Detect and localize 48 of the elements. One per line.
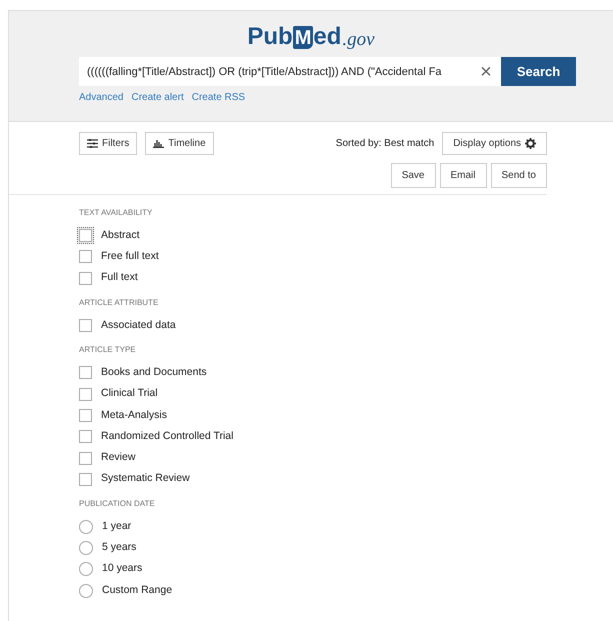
radio-button[interactable] <box>79 562 93 576</box>
gear-icon <box>525 138 536 149</box>
checkbox[interactable] <box>79 430 92 444</box>
checkbox[interactable] <box>79 366 92 380</box>
filter-option-label[interactable]: Review <box>101 450 136 466</box>
action-button[interactable]: Send to <box>490 163 547 188</box>
filters-button[interactable]: Filters <box>79 132 138 155</box>
checkbox[interactable] <box>79 272 92 285</box>
sliders-icon <box>87 139 98 148</box>
checkbox[interactable] <box>79 319 92 332</box>
filter-group-title: PUBLICATION DATE <box>79 498 156 510</box>
pubmed-logo[interactable]: PubMed.gov <box>9 25 613 49</box>
filter-group-title: ARTICLE TYPE <box>79 344 137 356</box>
filter-option-label[interactable]: Custom Range <box>102 582 172 598</box>
checkbox[interactable] <box>79 452 92 465</box>
bar-chart-icon <box>153 139 164 148</box>
timeline-button[interactable]: Timeline <box>145 132 214 155</box>
clear-button[interactable]: × <box>471 57 501 86</box>
filter-group-title: ARTICLE ATTRIBUTE <box>79 296 160 309</box>
filter-option-label[interactable]: Free full text <box>101 249 159 265</box>
filter-group-title: TEXT AVAILABILITY <box>79 207 154 219</box>
filter-option-label[interactable]: Systematic Review <box>101 471 190 488</box>
search-link[interactable]: Create RSS <box>192 90 246 105</box>
filter-option-label[interactable]: 1 year <box>102 518 132 534</box>
radio-button[interactable] <box>79 584 93 598</box>
search-button[interactable]: Search <box>501 57 576 86</box>
filter-option-label[interactable]: Associated data <box>101 318 176 334</box>
search-field[interactable]: ((((((falling*[Title/Abstract]) OR (trip*[Title/Abstract])) AND ("Accidental Fa <box>79 57 471 86</box>
radio-button[interactable] <box>79 520 93 534</box>
filter-option-label[interactable]: Randomized Controlled Trial <box>101 428 234 445</box>
checkbox[interactable] <box>79 388 92 401</box>
action-button[interactable]: Save <box>390 163 436 188</box>
filter-option-label[interactable]: 10 years <box>102 561 142 578</box>
checkbox[interactable] <box>79 472 92 486</box>
checkbox[interactable] <box>79 408 92 422</box>
filter-option-label[interactable]: 5 years <box>102 540 136 556</box>
display-options-button[interactable]: Display options <box>442 132 547 155</box>
search-link[interactable]: Advanced <box>79 90 124 105</box>
action-button[interactable]: Email <box>440 163 487 188</box>
filter-option-label[interactable]: Books and Documents <box>101 364 207 381</box>
filter-option-label[interactable]: Meta-Analysis <box>101 408 167 424</box>
filter-option-label[interactable]: Clinical Trial <box>101 386 158 402</box>
sort-label: Sorted by: Best match <box>336 137 434 151</box>
checkbox[interactable] <box>79 250 92 264</box>
filter-option-label[interactable]: Abstract <box>101 228 140 244</box>
filter-option-label[interactable]: Full text <box>101 270 138 286</box>
search-link[interactable]: Create alert <box>131 90 184 105</box>
radio-button[interactable] <box>79 540 93 555</box>
